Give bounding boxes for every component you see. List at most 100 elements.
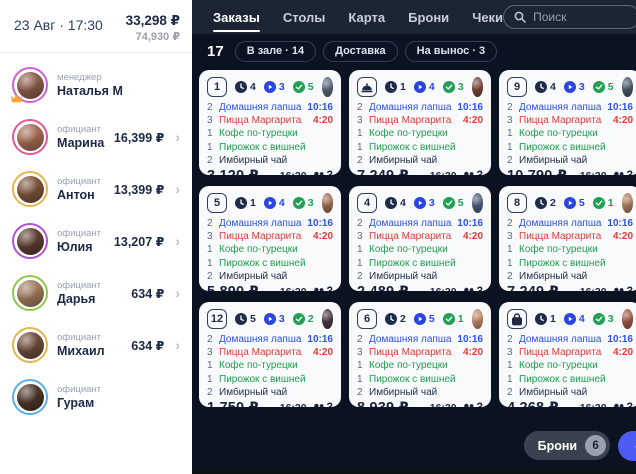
done-count: 1 (593, 197, 614, 209)
item-qty: 1 (357, 359, 364, 372)
sidebar-header: 23 Авг · 17:30 33,298 ₽ 74,930 ₽ (0, 0, 192, 53)
order-item: 1 Пирожок с вишней (207, 373, 333, 386)
item-name: Пирожок с вишней (519, 373, 633, 386)
item-name: Имбирный чай (369, 386, 483, 399)
order-item: 1 Пирожок с вишней (507, 373, 633, 386)
order-total: 3,120 ₽ (207, 168, 259, 175)
item-qty: 3 (207, 114, 214, 127)
item-qty: 2 (507, 101, 514, 114)
order-item: 1 Кофе по-турецки (507, 127, 633, 140)
staff-row[interactable]: официант Михаил 634 ₽ › (0, 319, 192, 371)
order-items: 2 Домашняя лапша 10:16 3 Пицца Маргарита… (207, 101, 333, 167)
order-card[interactable]: 1 4 3 2 Домашняя лапша 10:16 3 Пицца Мар… (499, 302, 636, 407)
staff-row[interactable]: официант Юлия 13,207 ₽ › (0, 215, 192, 267)
staff-amount: 16,399 ₽ (114, 130, 164, 145)
in-progress-count: 3 (264, 81, 285, 93)
filter-pill[interactable]: На вынос · 3 (405, 41, 498, 62)
order-card[interactable]: 6 2 5 1 2 Домашняя лапша 10:16 3 Пицца М… (349, 302, 491, 407)
item-name: Кофе по-турецки (369, 359, 483, 372)
item-qty: 1 (357, 373, 364, 386)
staff-amount: 13,399 ₽ (114, 182, 164, 197)
order-time: 16:20 (280, 170, 307, 175)
order-total: 5,890 ₽ (207, 284, 259, 291)
item-qty: 3 (507, 346, 514, 359)
order-item: 3 Пицца Маргарита 4:20 (207, 346, 333, 359)
search-icon (514, 11, 526, 23)
order-item: 3 Пицца Маргарита 4:20 (507, 230, 633, 243)
item-name: Домашняя лапша (519, 101, 602, 114)
item-qty: 3 (357, 346, 364, 359)
order-total: 7,249 ₽ (507, 284, 559, 291)
tab-брони[interactable]: Брони (408, 0, 449, 34)
order-item: 1 Кофе по-турецки (507, 359, 633, 372)
done-count: 3 (293, 197, 314, 209)
item-qty: 3 (207, 346, 214, 359)
chevron-right-icon: › (175, 234, 180, 248)
tab-карта[interactable]: Карта (348, 0, 385, 34)
check-icon (593, 81, 605, 93)
order-card[interactable]: 5 1 4 3 2 Домашняя лапша 10:16 3 Пицца М… (199, 186, 341, 291)
staff-row[interactable]: официант Марина 16,399 ₽ › (0, 111, 192, 163)
tab-заказы[interactable]: Заказы (213, 0, 260, 34)
tab-столы[interactable]: Столы (283, 0, 326, 34)
item-name: Пицца Маргарита (519, 114, 608, 127)
in-progress-count: 4 (264, 197, 285, 209)
order-card[interactable]: 1 4 3 5 2 Домашняя лапша 10:16 3 Пицца М… (199, 70, 341, 175)
filter-pill[interactable]: Доставка (323, 41, 398, 62)
order-item: 2 Имбирный чай (207, 154, 333, 167)
item-qty: 2 (357, 386, 364, 399)
tab-чеки[interactable]: Чеки (472, 0, 503, 34)
pending-count: 2 (535, 197, 556, 209)
guests-count: 3 (312, 170, 333, 175)
order-card[interactable]: 9 4 3 5 2 Домашняя лапша 10:16 3 Пицца М… (499, 70, 636, 175)
waiter-avatar (322, 193, 333, 213)
item-time: 10:16 (607, 217, 633, 230)
pos-app: 23 Авг · 17:30 33,298 ₽ 74,930 ₽ менедже… (0, 0, 636, 474)
check-icon (293, 313, 305, 325)
bookings-label: Брони (538, 439, 578, 453)
staff-sidebar: 23 Авг · 17:30 33,298 ₽ 74,930 ₽ менедже… (0, 0, 192, 474)
item-time: 4:20 (463, 346, 483, 359)
check-icon (293, 197, 305, 209)
staff-role: менеджер (57, 72, 171, 83)
filter-pill[interactable]: В зале · 14 (235, 41, 316, 62)
order-items: 2 Домашняя лапша 10:16 3 Пицца Маргарита… (357, 101, 483, 167)
item-name: Пицца Маргарита (369, 346, 458, 359)
staff-row[interactable]: официант Дарья 634 ₽ › (0, 267, 192, 319)
order-card[interactable]: 8 2 5 1 2 Домашняя лапша 10:16 3 Пицца М… (499, 186, 636, 291)
table-badge: 6 (357, 309, 377, 329)
chevron-right-icon: › (175, 338, 180, 352)
order-time: 16:20 (580, 170, 607, 175)
order-item: 2 Домашняя лапша 10:16 (207, 101, 333, 114)
play-icon (414, 313, 426, 325)
item-qty: 2 (207, 333, 214, 346)
guests-icon (462, 287, 475, 291)
staff-name: Михаил (57, 344, 122, 358)
new-order-button[interactable]: + Заказ (618, 431, 636, 461)
item-qty: 1 (207, 359, 214, 372)
guests-count: 3 (612, 170, 633, 175)
bookings-button[interactable]: Брони 6 (524, 431, 611, 460)
order-card[interactable]: 12 5 3 2 2 Домашняя лапша 10:16 3 Пицца … (199, 302, 341, 407)
search-input[interactable]: Поиск (503, 5, 636, 29)
order-item: 3 Пицца Маргарита 4:20 (207, 230, 333, 243)
item-time: 4:20 (613, 346, 633, 359)
item-time: 10:16 (457, 333, 483, 346)
item-name: Пирожок с вишней (369, 141, 483, 154)
order-card[interactable]: 4 4 3 5 2 Домашняя лапша 10:16 3 Пицца М… (349, 186, 491, 291)
order-item: 3 Пицца Маргарита 4:20 (207, 114, 333, 127)
pending-count: 4 (235, 81, 256, 93)
item-name: Пицца Маргарита (519, 230, 608, 243)
item-name: Кофе по-турецки (219, 127, 333, 140)
item-time: 10:16 (307, 333, 333, 346)
avatar (12, 223, 48, 259)
order-card[interactable]: 1 4 3 2 Домашняя лапша 10:16 3 Пицца Мар… (349, 70, 491, 175)
staff-row[interactable]: официант Гурам (0, 371, 192, 423)
item-qty: 1 (207, 141, 214, 154)
staff-row[interactable]: официант Антон 13,399 ₽ › (0, 163, 192, 215)
item-qty: 2 (357, 154, 364, 167)
order-time: 16:20 (280, 402, 307, 407)
chevron-right-icon: › (175, 182, 180, 196)
item-name: Пирожок с вишней (369, 373, 483, 386)
staff-row[interactable]: менеджер Наталья М (0, 59, 192, 111)
